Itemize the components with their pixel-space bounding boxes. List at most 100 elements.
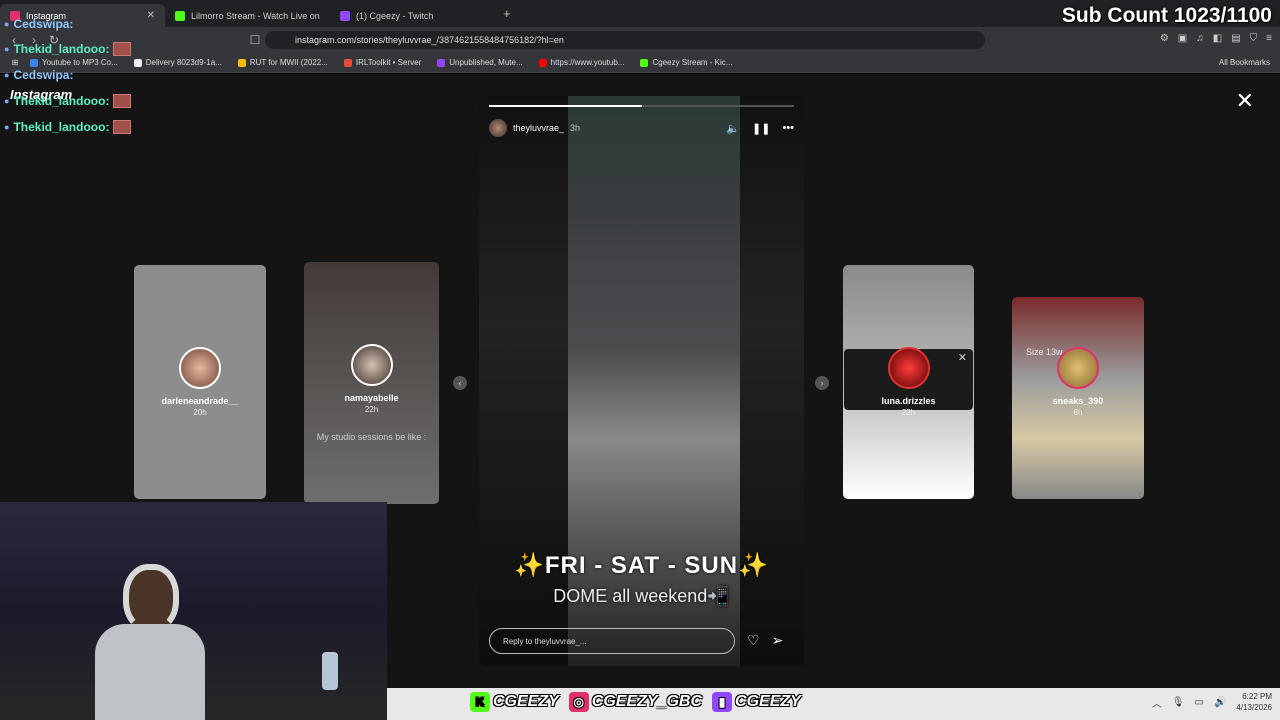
previous-story-icon[interactable]: ‹ xyxy=(453,376,467,390)
clock-date: 4/13/2026 xyxy=(1236,703,1272,712)
handle-label: CGEEZY xyxy=(493,693,559,710)
sub-count-overlay: Sub Count 1023/1100 xyxy=(1061,4,1272,27)
reply-input[interactable]: Reply to theyluvvrae_... xyxy=(489,628,735,654)
close-tab-icon[interactable]: ✕ xyxy=(147,10,155,21)
emote-icon xyxy=(113,42,132,56)
story-preview-card[interactable]: ✕ luna.drizzles 22h xyxy=(843,265,974,499)
menu-icon[interactable]: ≡ xyxy=(1266,33,1272,44)
tab-label: (1) Cgeezy - Twitch xyxy=(356,10,434,21)
bookmark-item[interactable]: Delivery 8023d9-1a... xyxy=(133,58,222,67)
tab-twitch[interactable]: (1) Cgeezy - Twitch xyxy=(330,4,495,27)
screen: Instagram ✕ Lilmorro Stream - Watch Live… xyxy=(0,0,1280,720)
bookmark-icon xyxy=(538,58,547,67)
story-preview-card[interactable]: Size 13w sneaks_390 8h xyxy=(1012,297,1144,499)
clock-time: 6:22 PM xyxy=(1242,692,1272,701)
streamer-head xyxy=(123,564,179,632)
handle-label: CGEEZY xyxy=(735,693,801,710)
avatar xyxy=(1057,347,1099,389)
extension-icon[interactable]: ⚙ xyxy=(1160,33,1169,44)
avatar xyxy=(887,347,930,389)
chat-username: Cedswipa: xyxy=(13,17,74,31)
chat-username: Cedswipa: xyxy=(13,68,74,82)
bookmark-item[interactable]: https://www.youtub... xyxy=(538,58,625,67)
story-subcaption: DOME all weekend📲 xyxy=(553,586,730,606)
chat-message: ● Thekid_landooo: xyxy=(4,120,132,134)
bookmark-item[interactable]: IRLToolkit • Server xyxy=(343,58,421,67)
streamer-hoodie xyxy=(95,624,205,720)
address-bar-row: ‹ › ↻ ☐ instagram.com/stories/theyluvvra… xyxy=(0,27,1280,53)
microphone-icon[interactable]: 🎙 xyxy=(1172,697,1185,708)
heart-icon[interactable]: ♡ xyxy=(747,632,760,649)
story-username[interactable]: theyluvvrae_ xyxy=(513,123,564,133)
shield-icon[interactable]: ⛉ xyxy=(1250,33,1258,44)
bookmark-item[interactable]: Unpublished, Mute... xyxy=(437,58,523,67)
chat-username: Thekid_landooo: xyxy=(13,94,110,108)
all-bookmarks-button[interactable]: All Bookmarks xyxy=(1219,58,1270,67)
badge-icon: ● xyxy=(4,44,10,54)
bookmark-icon xyxy=(30,58,38,67)
kick-favicon-icon xyxy=(175,10,185,21)
story-time: 8h xyxy=(1073,408,1083,417)
tab-label: Lilmorro Stream - Watch Live on xyxy=(191,10,320,21)
story-preview-card[interactable]: darleneandrade__ 20h xyxy=(134,265,266,499)
streamer xyxy=(95,564,205,720)
volume-icon[interactable]: 🔊 xyxy=(1214,697,1226,708)
avatar[interactable] xyxy=(489,119,507,137)
story-time: 22h xyxy=(364,405,379,414)
story-time: 20h xyxy=(193,408,207,417)
story-preview-card[interactable]: namayabelle 22h My studio sessions be li… xyxy=(304,262,439,504)
url-field[interactable]: instagram.com/stories/theyluvvrae_/38746… xyxy=(265,31,985,49)
story-text: My studio sessions be like : xyxy=(316,432,427,442)
bookmark-icon xyxy=(640,58,649,67)
bookmark-icon xyxy=(237,58,246,67)
extension-icon[interactable]: ▣ xyxy=(1178,33,1187,44)
system-clock[interactable]: 6:22 PM 4/13/2026 xyxy=(1236,691,1272,713)
system-tray: ︿ 🎙 ▭ 🔊 6:22 PM 4/13/2026 xyxy=(1152,691,1272,713)
avatar xyxy=(350,344,393,386)
story-time: 3h xyxy=(570,123,581,133)
story-caption: ✨FRI - SAT - SUN✨ xyxy=(514,552,769,579)
bookmark-icon xyxy=(437,58,446,67)
chat-username: Thekid_landooo: xyxy=(13,42,110,56)
bookmark-label: https://www.youtub... xyxy=(550,58,625,67)
instagram-handle: ◎ CGEEZY_GBC xyxy=(568,692,703,712)
next-story-icon[interactable]: › xyxy=(815,376,829,390)
handle-label: CGEEZY_GBC xyxy=(591,693,703,710)
kick-handle: K CGEEZY xyxy=(470,692,559,712)
mute-icon[interactable]: 🔈 xyxy=(726,122,740,135)
bookmark-icon[interactable]: ☐ xyxy=(245,33,265,47)
sidebar-icon[interactable]: ◧ xyxy=(1213,33,1222,44)
active-story[interactable]: theyluvvrae_ 3h 🔈 ❚❚ ••• ✨FRI - SAT - SU… xyxy=(479,96,804,666)
bookmark-item[interactable]: Cgeezy Stream - Kic... xyxy=(640,58,732,67)
chat-message: ● Thekid_landooo: xyxy=(4,42,132,56)
kick-icon: K xyxy=(470,692,490,712)
story-username: sneaks_390 xyxy=(1052,396,1104,406)
twitch-icon: ▮ xyxy=(712,692,733,712)
badge-icon: ● xyxy=(4,122,10,132)
pause-icon[interactable]: ❚❚ xyxy=(752,122,770,135)
bookmark-label: Unpublished, Mute... xyxy=(449,58,523,67)
close-icon[interactable]: ✕ xyxy=(958,351,967,364)
chevron-up-icon[interactable]: ︿ xyxy=(1152,695,1162,710)
wallet-icon[interactable]: ▤ xyxy=(1231,33,1240,44)
more-icon[interactable]: ••• xyxy=(782,122,794,135)
story-video[interactable] xyxy=(568,96,740,666)
emote-icon xyxy=(113,120,132,134)
music-icon[interactable]: ♫ xyxy=(1196,33,1204,44)
badge-icon: ● xyxy=(4,70,10,80)
display-icon[interactable]: ▭ xyxy=(1195,697,1204,708)
send-icon[interactable]: ➢ xyxy=(772,632,784,649)
chat-username: Thekid_landooo: xyxy=(13,120,110,134)
emote-icon xyxy=(113,94,132,108)
tab-lilmorro[interactable]: Lilmorro Stream - Watch Live on xyxy=(165,4,330,27)
story-header: theyluvvrae_ 3h 🔈 ❚❚ ••• xyxy=(489,118,794,138)
close-icon[interactable]: ✕ xyxy=(1236,88,1254,114)
bookmark-item[interactable]: RUT for MWII (2022... xyxy=(237,58,328,67)
twitch-favicon-icon xyxy=(340,10,350,21)
story-progress-fill xyxy=(489,105,642,107)
bookmark-item[interactable]: Youtube to MP3 Co... xyxy=(30,58,118,67)
apps-icon[interactable]: ⊞ xyxy=(0,58,30,67)
water-bottle xyxy=(322,652,338,690)
new-tab-button[interactable]: + xyxy=(503,6,511,21)
badge-icon: ● xyxy=(4,96,10,106)
